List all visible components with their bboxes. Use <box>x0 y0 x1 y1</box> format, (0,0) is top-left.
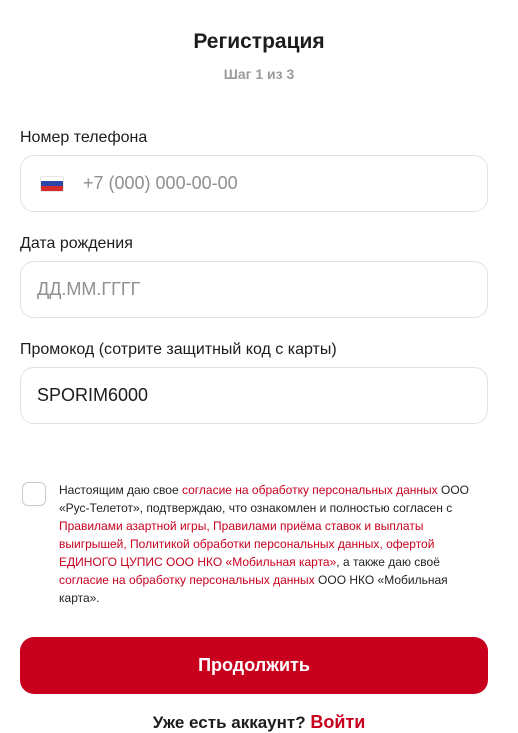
birthdate-field[interactable] <box>20 261 488 318</box>
consent-link-personal-data[interactable]: согласие на обработку персональных данны… <box>182 483 438 497</box>
login-row: Уже есть аккаунт? Войти <box>0 712 518 733</box>
consent-link-personal-data-2[interactable]: согласие на обработку персональных данны… <box>59 573 315 587</box>
promo-label: Промокод (сотрите защитный код с карты) <box>20 341 337 358</box>
consent-checkbox[interactable] <box>22 482 46 506</box>
promo-field[interactable] <box>20 367 488 424</box>
phone-input[interactable] <box>65 156 487 211</box>
page-title: Регистрация <box>193 30 325 53</box>
step-indicator: Шаг 1 из 3 <box>223 66 295 82</box>
login-link[interactable]: Войти <box>310 712 365 732</box>
consent-text-1: Настоящим даю свое <box>59 483 182 497</box>
birthdate-input[interactable] <box>21 262 487 317</box>
phone-field[interactable] <box>20 155 488 212</box>
continue-button[interactable]: Продолжить <box>20 637 488 694</box>
promo-input[interactable] <box>21 368 487 423</box>
phone-label: Номер телефона <box>20 129 148 146</box>
russia-flag-icon <box>41 176 63 191</box>
consent-text-3: , а также даю своё <box>336 555 440 569</box>
have-account-text: Уже есть аккаунт? <box>152 713 306 732</box>
birthdate-label: Дата рождения <box>20 235 133 252</box>
consent-text: Настоящим даю свое согласие на обработку… <box>59 481 489 607</box>
